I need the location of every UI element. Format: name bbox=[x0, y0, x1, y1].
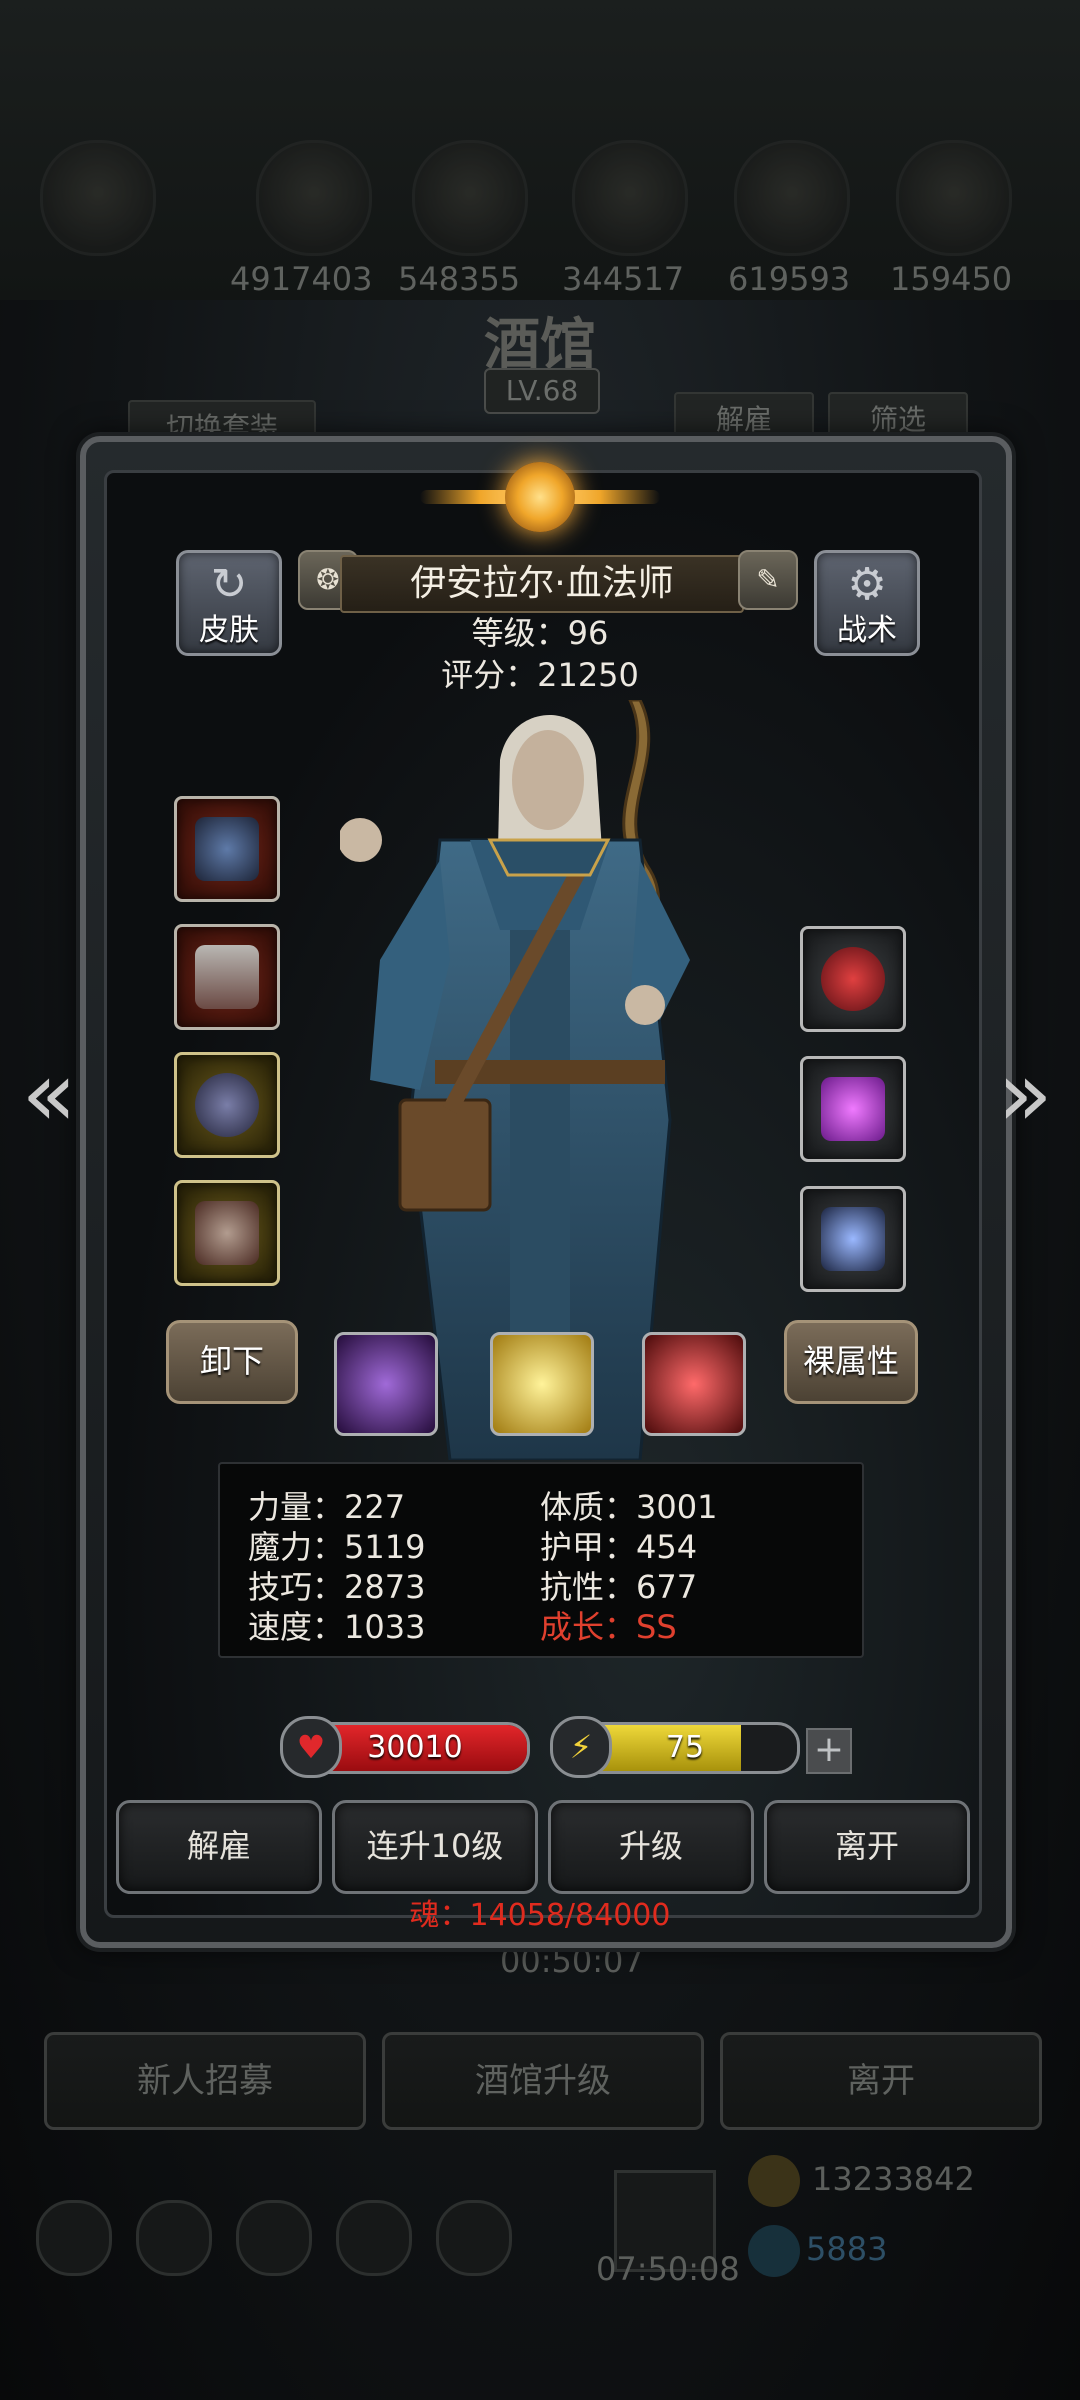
equip-slot-gem[interactable] bbox=[800, 1056, 906, 1162]
bare-attributes-button[interactable]: 裸属性 bbox=[784, 1320, 918, 1404]
attr-speed: 速度：1033 bbox=[248, 1608, 426, 1646]
plus-icon[interactable]: + bbox=[806, 1728, 852, 1774]
bottom-nav-icon bbox=[436, 2200, 512, 2276]
skin-button[interactable]: ↻ 皮肤 bbox=[176, 550, 282, 656]
arrow-right-icon[interactable]: » bbox=[990, 1045, 1060, 1145]
bottom-nav-icon bbox=[136, 2200, 212, 2276]
bottom-nav-icon bbox=[336, 2200, 412, 2276]
equip-slot-book[interactable] bbox=[174, 1180, 280, 1286]
crest-emblem-icon bbox=[505, 462, 575, 532]
bg-leave-button: 离开 bbox=[720, 2032, 1042, 2130]
tactics-button[interactable]: ⚙ 战术 bbox=[814, 550, 920, 656]
resource-icon bbox=[896, 140, 1012, 256]
gem-icon bbox=[748, 2225, 800, 2277]
gold-count: 13233842 bbox=[812, 2160, 975, 2198]
gold-icon bbox=[748, 2155, 800, 2207]
equip-slot-lantern[interactable] bbox=[800, 1186, 906, 1292]
edit-icon[interactable]: ✎ bbox=[738, 550, 798, 610]
resource-count: 619593 bbox=[728, 260, 851, 298]
unequip-button[interactable]: 卸下 bbox=[166, 1320, 298, 1404]
heart-icon: ♥ bbox=[280, 1716, 342, 1778]
armor-item-icon bbox=[195, 945, 259, 1009]
resource-icon bbox=[256, 140, 372, 256]
bottom-nav-icon bbox=[36, 2200, 112, 2276]
resource-count: 4917403 bbox=[230, 260, 373, 298]
resource-icon bbox=[412, 140, 528, 256]
resource-count: 344517 bbox=[562, 260, 685, 298]
equip-slot-accessory[interactable] bbox=[800, 926, 906, 1032]
skin-label: 皮肤 bbox=[199, 613, 259, 648]
lantern-item-icon bbox=[821, 1207, 885, 1271]
leave-button[interactable]: 离开 bbox=[764, 1800, 970, 1894]
attr-growth: 成长：SS bbox=[540, 1608, 677, 1646]
red-orb-item-icon bbox=[821, 947, 885, 1011]
resource-icon bbox=[40, 140, 156, 256]
level-up-button[interactable]: 升级 bbox=[548, 1800, 754, 1894]
gem-count: 5883 bbox=[806, 2230, 888, 2268]
staff-item-icon bbox=[195, 817, 259, 881]
soul-counter: 魂：14058/84000 bbox=[409, 1898, 671, 1933]
equip-slot-armor[interactable] bbox=[174, 924, 280, 1030]
tome-item-icon bbox=[195, 1201, 259, 1265]
hero-name: 伊安拉尔·血法师 bbox=[340, 555, 744, 613]
dismiss-button[interactable]: 解雇 bbox=[116, 1800, 322, 1894]
pentagram-amulet-icon bbox=[195, 1073, 259, 1137]
tavern-upgrade-button: 酒馆升级 bbox=[382, 2032, 704, 2130]
skin-shirt-icon: ↻ bbox=[210, 559, 248, 610]
arrow-left-icon[interactable]: « bbox=[14, 1045, 84, 1145]
resource-icon bbox=[572, 140, 688, 256]
tavern-level: LV.68 bbox=[484, 368, 600, 414]
tactics-gear-icon: ⚙ bbox=[847, 559, 887, 610]
resource-icon bbox=[734, 140, 850, 256]
skill-slot-light[interactable] bbox=[490, 1332, 594, 1436]
skill-slot-shadow[interactable] bbox=[334, 1332, 438, 1436]
hero-level: 等级：96 bbox=[471, 614, 609, 652]
hero-score: 评分：21250 bbox=[441, 656, 639, 694]
equip-slot-weapon[interactable] bbox=[174, 796, 280, 902]
skill-slot-blood[interactable] bbox=[642, 1332, 746, 1436]
tactics-label: 战术 bbox=[837, 613, 897, 648]
lightning-icon: ⚡ bbox=[550, 1716, 612, 1778]
purple-gem-icon bbox=[821, 1077, 885, 1141]
level-up-10-button[interactable]: 连升10级 bbox=[332, 1800, 538, 1894]
recruit-button: 新人招募 bbox=[44, 2032, 366, 2130]
bg-timer-lower: 07:50:08 bbox=[596, 2250, 740, 2288]
resource-count: 159450 bbox=[890, 260, 1013, 298]
resource-count: 548355 bbox=[398, 260, 521, 298]
bottom-nav-icon bbox=[236, 2200, 312, 2276]
equip-slot-amulet[interactable] bbox=[174, 1052, 280, 1158]
